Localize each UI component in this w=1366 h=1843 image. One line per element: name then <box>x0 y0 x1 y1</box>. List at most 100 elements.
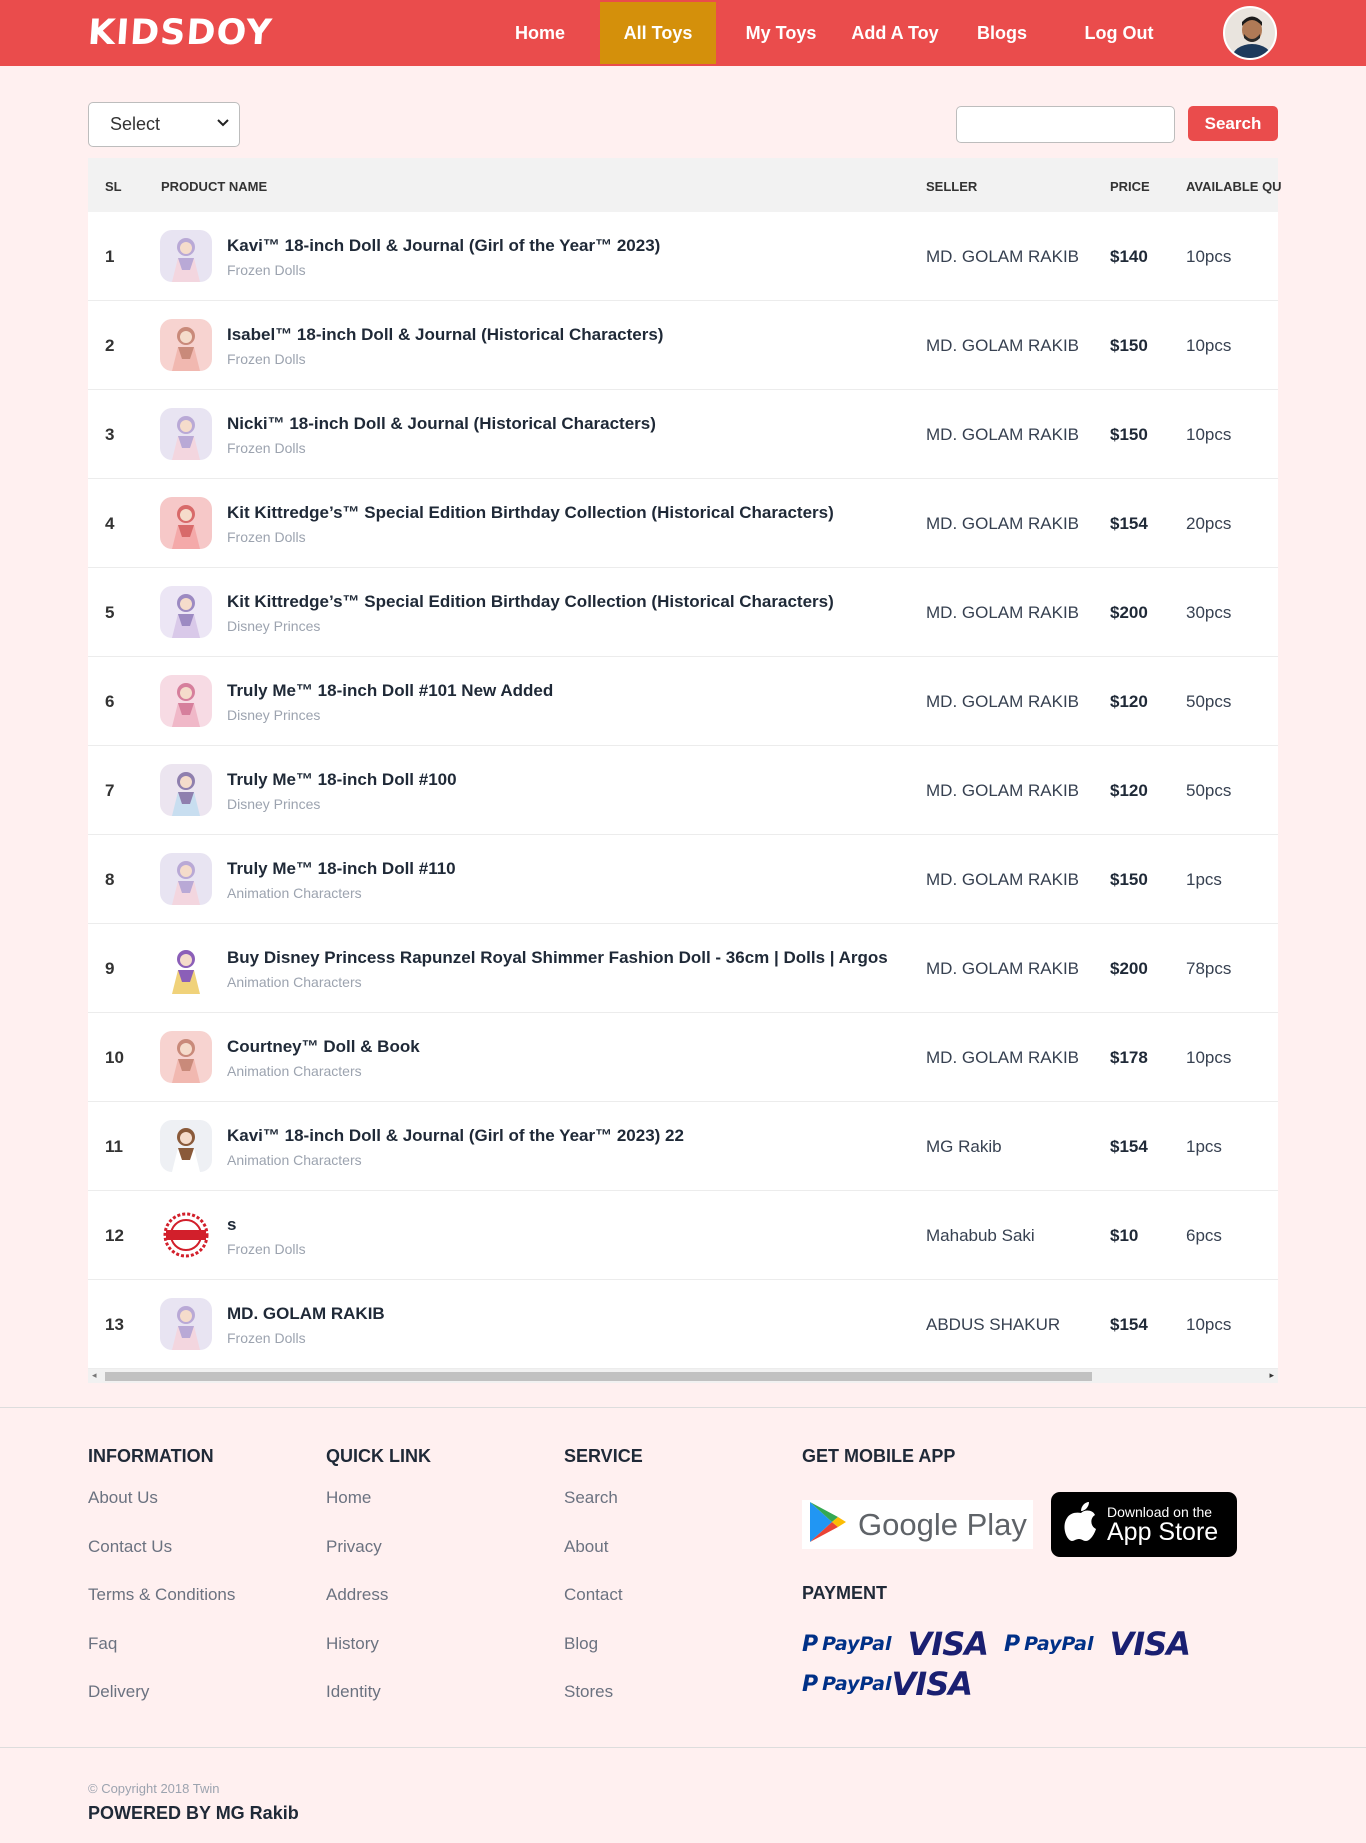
nav-home[interactable]: Home <box>480 2 600 64</box>
category-select[interactable]: Select <box>88 102 240 147</box>
filter-bar: Select Search <box>0 66 1366 158</box>
user-avatar[interactable] <box>1223 6 1277 60</box>
footer-link[interactable]: History <box>326 1634 431 1683</box>
site-logo[interactable]: KIDSDOY <box>87 13 274 53</box>
visa-logo: VISA <box>907 1625 989 1663</box>
nav-log-out[interactable]: Log Out <box>1060 2 1178 64</box>
seller-name: MD. GOLAM RAKIB <box>926 336 1080 355</box>
product-name[interactable]: Buy Disney Princess Rapunzel Royal Shimm… <box>227 948 888 968</box>
footer-link[interactable]: Contact Us <box>88 1537 235 1586</box>
seller-name: Mahabub Saki <box>926 1226 1035 1245</box>
product-price: $200 <box>1110 603 1148 622</box>
row-sl: 11 <box>105 1137 123 1156</box>
nav-all-toys[interactable]: All Toys <box>600 2 716 64</box>
footer-col-title: QUICK LINK <box>326 1446 431 1466</box>
available-quantity: 10pcs <box>1186 425 1232 444</box>
nav-add-a-toy[interactable]: Add A Toy <box>846 2 944 64</box>
table-row[interactable]: 6 Truly Me™ 18-inch Doll #101 New Added Di… <box>88 657 1278 746</box>
footer-link[interactable]: Privacy <box>326 1537 431 1586</box>
product-name[interactable]: Truly Me™ 18-inch Doll #100 <box>227 770 457 790</box>
available-quantity: 1pcs <box>1186 1137 1222 1156</box>
product-name[interactable]: Kavi™ 18-inch Doll & Journal (Girl of th… <box>227 236 660 256</box>
scrollbar-thumb[interactable] <box>105 1372 1092 1381</box>
footer-link[interactable]: Address <box>326 1585 431 1634</box>
row-sl: 6 <box>105 692 115 711</box>
product-name[interactable]: Kit Kittredge’s™ Special Edition Birthda… <box>227 503 834 523</box>
google-play-label: Google Play <box>858 1506 1027 1542</box>
visa-logo: VISA <box>1109 1625 1191 1663</box>
product-name[interactable]: Courtney™ Doll & Book <box>227 1037 420 1057</box>
payment-logos: P PayPal VISA P PayPal VISA P PayPal VISA <box>802 1624 1282 1704</box>
product-thumbnail <box>160 230 212 282</box>
scroll-left-icon[interactable]: ◂ <box>92 1370 97 1381</box>
table-row[interactable]: 7 Truly Me™ 18-inch Doll #100 Disney Princ… <box>88 746 1278 835</box>
footer-col-title: SERVICE <box>564 1446 643 1466</box>
footer-link[interactable]: About <box>564 1537 643 1586</box>
product-category: Animation Characters <box>227 1152 362 1168</box>
product-thumbnail <box>160 319 212 371</box>
product-thumbnail <box>160 1031 212 1083</box>
product-name[interactable]: MD. GOLAM RAKIB <box>227 1304 385 1324</box>
product-thumbnail <box>160 1298 212 1350</box>
product-name[interactable]: Nicki™ 18-inch Doll & Journal (Historica… <box>227 414 656 434</box>
nav-blogs[interactable]: Blogs <box>944 2 1060 64</box>
header-price: PRICE <box>1110 179 1150 194</box>
table-row[interactable]: 12 s Frozen Dolls Mahabub Saki $10 6pcs <box>88 1191 1278 1280</box>
footer-link[interactable]: Search <box>564 1488 643 1537</box>
search-button[interactable]: Search <box>1188 106 1278 141</box>
table-body: 1 Kavi™ 18-inch Doll & Journal (Girl of t… <box>88 212 1278 1369</box>
seller-name: MD. GOLAM RAKIB <box>926 959 1080 978</box>
product-thumbnail <box>160 1209 212 1261</box>
row-sl: 2 <box>105 336 115 355</box>
table-row[interactable]: 4 Kit Kittredge’s™ Special Edition Birthd… <box>88 479 1278 568</box>
search-input[interactable] <box>956 106 1175 143</box>
footer-link[interactable]: About Us <box>88 1488 235 1537</box>
table-row[interactable]: 1 Kavi™ 18-inch Doll & Journal (Girl of t… <box>88 212 1278 301</box>
product-name[interactable]: Kavi™ 18-inch Doll & Journal (Girl of th… <box>227 1126 684 1146</box>
app-store-big: App Store <box>1107 1518 1219 1546</box>
product-category: Disney Princes <box>227 707 321 723</box>
footer-link[interactable]: Contact <box>564 1585 643 1634</box>
row-sl: 13 <box>105 1315 124 1334</box>
product-category: Animation Characters <box>227 974 362 990</box>
product-name[interactable]: Truly Me™ 18-inch Doll #110 <box>227 859 456 879</box>
footer-link[interactable]: Terms & Conditions <box>88 1585 235 1634</box>
footer-link[interactable]: Blog <box>564 1634 643 1683</box>
header-sl: SL <box>105 179 122 194</box>
footer-col-service: SERVICE Search About Contact Blog Stores <box>564 1446 643 1731</box>
footer-col-information: INFORMATION About Us Contact Us Terms & … <box>88 1446 235 1731</box>
scroll-right-icon[interactable]: ▸ <box>1269 1370 1274 1381</box>
table-row[interactable]: 10 Courtney™ Doll & Book Animation Charact… <box>88 1013 1278 1102</box>
google-play-badge[interactable]: Google Play <box>802 1500 1033 1549</box>
table-row[interactable]: 2 Isabel™ 18-inch Doll & Journal (Histori… <box>88 301 1278 390</box>
footer-link[interactable]: Delivery <box>88 1682 235 1731</box>
footer-link[interactable]: Home <box>326 1488 431 1537</box>
table-row[interactable]: 3 Nicki™ 18-inch Doll & Journal (Historic… <box>88 390 1278 479</box>
product-price: $154 <box>1110 514 1148 533</box>
table-row[interactable]: 8 Truly Me™ 18-inch Doll #110 Animation Ch… <box>88 835 1278 924</box>
product-thumbnail <box>160 764 212 816</box>
table-row[interactable]: 5 Kit Kittredge’s™ Special Edition Birthd… <box>88 568 1278 657</box>
product-category: Disney Princes <box>227 618 321 634</box>
nav-my-toys[interactable]: My Toys <box>716 2 846 64</box>
table-row[interactable]: 11 Kavi™ 18-inch Doll & Journal (Girl of … <box>88 1102 1278 1191</box>
product-price: $150 <box>1110 336 1148 355</box>
toys-table: SL PRODUCT NAME SELLER PRICE AVAILABLE Q… <box>88 158 1282 1383</box>
table-row[interactable]: 9 Buy Disney Princess Rapunzel Royal Shim… <box>88 924 1278 1013</box>
product-name[interactable]: s <box>227 1215 236 1235</box>
product-thumbnail <box>160 675 212 727</box>
product-name[interactable]: Truly Me™ 18-inch Doll #101 New Added <box>227 681 553 701</box>
horizontal-scrollbar[interactable]: ◂ ▸ <box>88 1369 1278 1383</box>
footer-link[interactable]: Identity <box>326 1682 431 1731</box>
product-price: $178 <box>1110 1048 1148 1067</box>
table-row[interactable]: 13 MD. GOLAM RAKIB Frozen Dolls ABDUS SHAKU… <box>88 1280 1278 1369</box>
product-name[interactable]: Isabel™ 18-inch Doll & Journal (Historic… <box>227 325 663 345</box>
product-category: Frozen Dolls <box>227 1330 306 1346</box>
footer-link[interactable]: Faq <box>88 1634 235 1683</box>
row-sl: 4 <box>105 514 115 533</box>
app-store-badge[interactable]: Download on the App Store <box>1051 1492 1237 1557</box>
footer-link[interactable]: Stores <box>564 1682 643 1731</box>
product-name[interactable]: Kit Kittredge’s™ Special Edition Birthda… <box>227 592 834 612</box>
available-quantity: 50pcs <box>1186 781 1232 800</box>
product-category: Frozen Dolls <box>227 351 306 367</box>
